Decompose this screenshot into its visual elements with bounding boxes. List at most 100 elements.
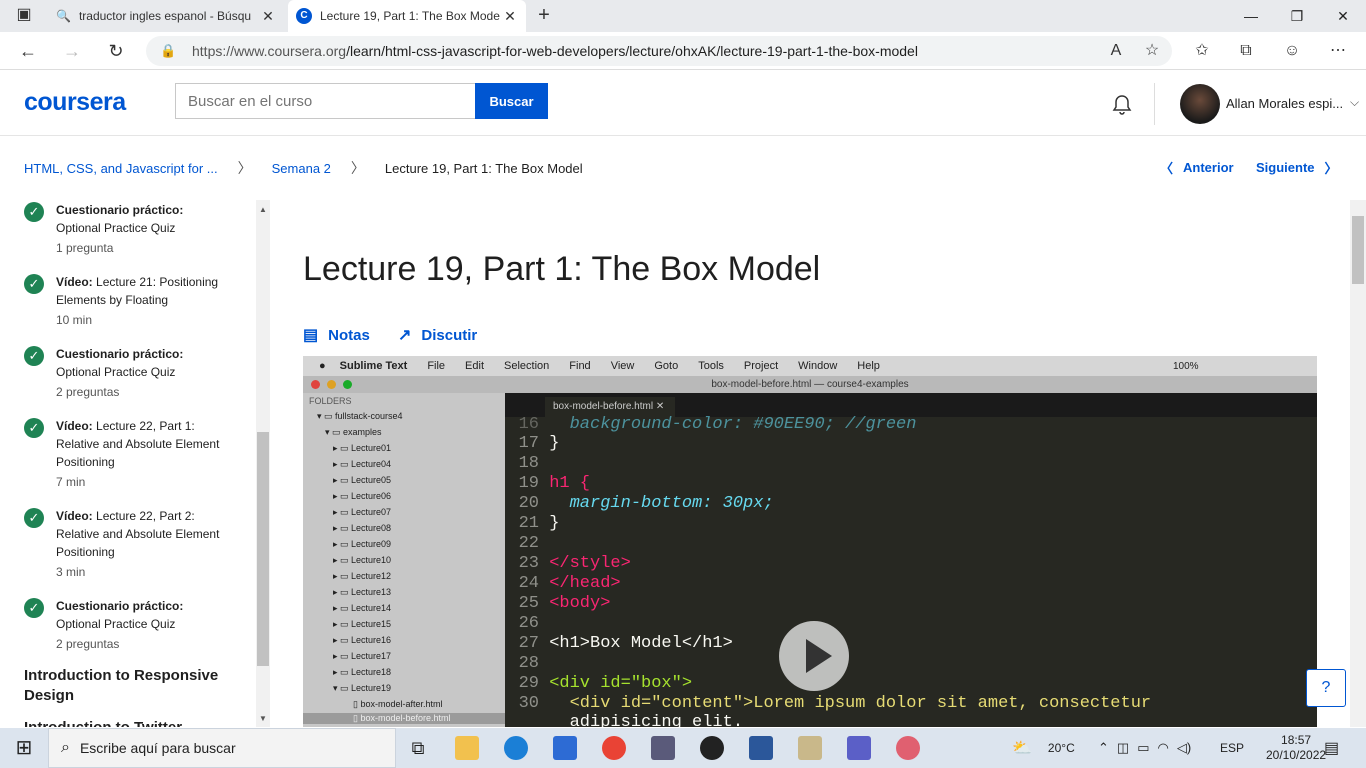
section-heading[interactable]: Introduction to Twitter bbox=[24, 718, 234, 727]
close-tab-icon[interactable]: ✕ bbox=[260, 8, 276, 25]
code-line: 16 background-color: #90EE90; //green bbox=[518, 415, 917, 434]
chevron-down-icon[interactable]: ⌵ bbox=[1350, 95, 1359, 110]
notifications-icon[interactable]: ▤ bbox=[1324, 728, 1339, 768]
clock[interactable]: 18:57 20/10/2022 bbox=[1266, 728, 1326, 768]
code-line: 17 } bbox=[518, 434, 560, 453]
tree-item: ▾ ▭ fullstack-course4 bbox=[317, 411, 403, 421]
tab-lecture[interactable]: C Lecture 19, Part 1: The Box Mode ✕ bbox=[288, 0, 526, 32]
forward-icon[interactable]: → bbox=[60, 40, 84, 62]
notifications-bell-icon[interactable] bbox=[1110, 93, 1134, 117]
favorites-icon[interactable]: ✩ bbox=[1190, 40, 1214, 62]
code-line: 28 bbox=[518, 654, 539, 673]
tab-translator[interactable]: 🔍 traductor ingles espanol - Búsqu ✕ bbox=[48, 0, 284, 32]
menu-item: Edit bbox=[465, 360, 485, 372]
tree-item-selected: ▯ box-model-before.html bbox=[303, 713, 505, 724]
chevron-left-icon: 〈 bbox=[1160, 161, 1174, 176]
minimize-dot bbox=[327, 380, 336, 389]
section-heading[interactable]: Introduction to Responsive Design bbox=[24, 666, 234, 706]
code-line: 18 bbox=[518, 454, 539, 473]
tray-icons[interactable]: ⌃ ◫ ▭ ◠ ◁) bbox=[1098, 728, 1191, 768]
item-meta: 1 pregunta bbox=[56, 241, 114, 255]
taskbar-search-text: Escribe aquí para buscar bbox=[79, 740, 236, 756]
restore-icon[interactable]: ❐ bbox=[1274, 0, 1320, 32]
close-window-icon[interactable]: ✕ bbox=[1320, 0, 1366, 32]
check-icon: ✓ bbox=[24, 418, 44, 438]
collections-icon[interactable]: ⧉ bbox=[1234, 40, 1258, 62]
store-icon[interactable] bbox=[553, 736, 577, 760]
play-icon[interactable] bbox=[779, 621, 849, 691]
refresh-icon[interactable]: ↻ bbox=[104, 40, 128, 62]
item-kind: Vídeo: bbox=[56, 509, 93, 523]
next-button[interactable]: Siguiente 〉 bbox=[1256, 158, 1338, 177]
close-tab-icon[interactable]: ✕ bbox=[502, 8, 518, 25]
item-kind: Vídeo: bbox=[56, 275, 93, 289]
language-indicator[interactable]: ESP bbox=[1220, 728, 1244, 768]
back-icon[interactable]: ← bbox=[16, 40, 40, 62]
word-icon[interactable] bbox=[749, 736, 773, 760]
edge-icon[interactable] bbox=[504, 736, 528, 760]
tree-item: ▸ ▭ Lecture16 bbox=[333, 635, 392, 645]
weather-widget[interactable]: ⛅ 20°C bbox=[1012, 728, 1075, 768]
coursera-logo[interactable]: coursera bbox=[24, 88, 126, 117]
url-bar[interactable]: 🔒 https://www.coursera.org/learn/html-cs… bbox=[146, 36, 1172, 66]
taskbar-search[interactable]: ⌕ Escribe aquí para buscar bbox=[48, 728, 396, 768]
teams-icon[interactable] bbox=[847, 736, 871, 760]
sublime-title: box-model-before.html — course4-examples bbox=[303, 376, 1317, 393]
prev-label: Anterior bbox=[1183, 160, 1234, 175]
sidebar-scrollbar-thumb[interactable] bbox=[257, 432, 269, 666]
scroll-down-icon[interactable]: ▼ bbox=[256, 712, 270, 726]
code-line: 26 bbox=[518, 614, 539, 633]
address-toolbar: ← → ↻ 🔒 https://www.coursera.org/learn/h… bbox=[0, 32, 1366, 70]
add-favorite-icon[interactable]: ☆ bbox=[1140, 40, 1164, 62]
user-name[interactable]: Allan Morales espi... bbox=[1226, 96, 1343, 111]
breadcrumb-week[interactable]: Semana 2 bbox=[272, 161, 331, 176]
help-button[interactable]: ? bbox=[1306, 669, 1346, 707]
discuss-button[interactable]: ↗ Discutir bbox=[398, 325, 477, 345]
breadcrumb-course[interactable]: HTML, CSS, and Javascript for ... bbox=[24, 161, 218, 176]
search-icon: ⌕ bbox=[61, 739, 70, 756]
apple-icon: ● bbox=[319, 360, 326, 372]
notepad-icon[interactable] bbox=[798, 736, 822, 760]
scroll-up-icon[interactable]: ▲ bbox=[256, 203, 270, 217]
time-text: 18:57 bbox=[1281, 733, 1312, 747]
next-label: Siguiente bbox=[1256, 160, 1315, 175]
file-explorer-icon[interactable] bbox=[455, 736, 479, 760]
notes-button[interactable]: ▤ Notas bbox=[303, 325, 370, 345]
profile-icon[interactable]: ☺ bbox=[1280, 40, 1304, 62]
github-icon[interactable] bbox=[700, 736, 724, 760]
check-icon: ✓ bbox=[24, 202, 44, 222]
read-aloud-icon[interactable]: A bbox=[1104, 40, 1128, 62]
tree-item: ▸ ▭ Lecture10 bbox=[333, 555, 392, 565]
app-icon[interactable] bbox=[651, 736, 675, 760]
editor-tab: box-model-before.html ✕ bbox=[545, 397, 675, 417]
search-button[interactable]: Buscar bbox=[475, 83, 548, 119]
tree-item: ▸ ▭ Lecture09 bbox=[333, 539, 392, 549]
menu-item: Selection bbox=[504, 360, 550, 372]
search-input[interactable] bbox=[175, 83, 475, 119]
more-icon[interactable]: ⋯ bbox=[1326, 40, 1350, 62]
task-view-icon[interactable]: ⧉ bbox=[406, 736, 430, 760]
tree-item: ▸ ▭ Lecture14 bbox=[333, 603, 392, 613]
snipping-icon[interactable] bbox=[896, 736, 920, 760]
item-meta: 3 min bbox=[56, 565, 86, 579]
tab-actions-icon[interactable]: ▣ bbox=[12, 4, 36, 26]
lock-icon: 🔒 bbox=[160, 43, 177, 58]
menu-item: View bbox=[610, 360, 635, 372]
battery-icon: ▭ bbox=[1137, 740, 1150, 755]
menu-item: File bbox=[427, 360, 446, 372]
chevron-right-icon: 〉 bbox=[1324, 161, 1338, 176]
code-line: 23 </style> bbox=[518, 554, 631, 573]
video-player[interactable]: ● Sublime Text File Edit Selection Find … bbox=[303, 356, 1317, 727]
coursera-favicon-icon: C bbox=[296, 8, 312, 24]
windows-start-icon[interactable]: ⊞ bbox=[12, 736, 36, 760]
menu-item: Window bbox=[798, 360, 838, 372]
avatar[interactable] bbox=[1180, 84, 1220, 124]
minimize-icon[interactable]: — bbox=[1228, 0, 1274, 32]
new-tab-icon[interactable]: + bbox=[532, 4, 556, 26]
code-line: 20 margin-bottom: 30px; bbox=[518, 494, 774, 513]
page-scrollbar-thumb[interactable] bbox=[1352, 216, 1364, 284]
item-title: Optional Practice Quiz bbox=[56, 617, 176, 631]
prev-button[interactable]: 〈 Anterior bbox=[1160, 158, 1234, 177]
chevron-right-icon: 〉 bbox=[350, 160, 365, 176]
chrome-icon[interactable] bbox=[602, 736, 626, 760]
